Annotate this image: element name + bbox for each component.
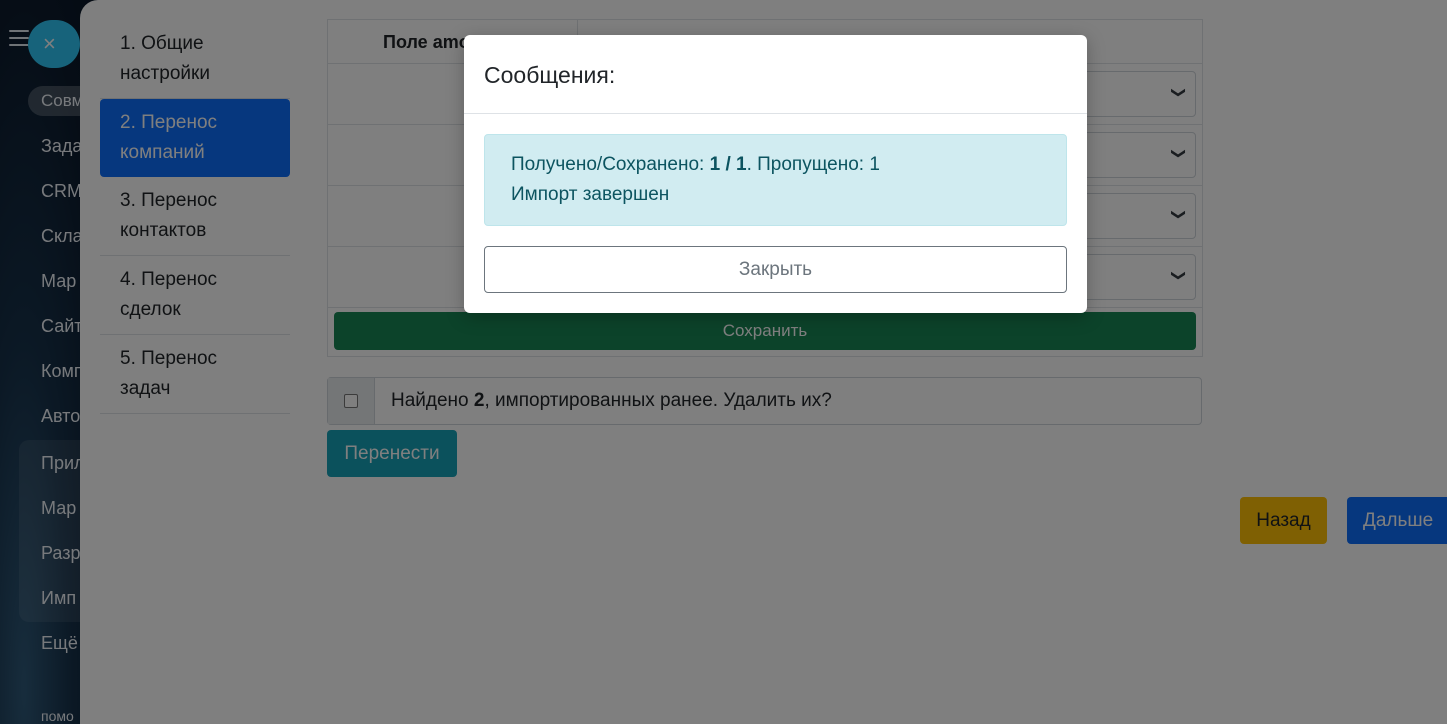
messages-modal: Сообщения: Получено/Сохранено: 1 / 1. Пр… — [464, 35, 1087, 313]
import-status: Импорт завершен — [511, 184, 670, 205]
modal-title: Сообщения: — [464, 35, 1087, 114]
import-result-alert: Получено/Сохранено: 1 / 1. Пропущено: 1 … — [484, 134, 1067, 226]
saved-count: 1 / 1 — [709, 154, 747, 175]
import-stats: Получено/Сохранено: 1 / 1. Пропущено: 1 — [511, 154, 880, 175]
close-button[interactable]: Закрыть — [484, 246, 1067, 293]
